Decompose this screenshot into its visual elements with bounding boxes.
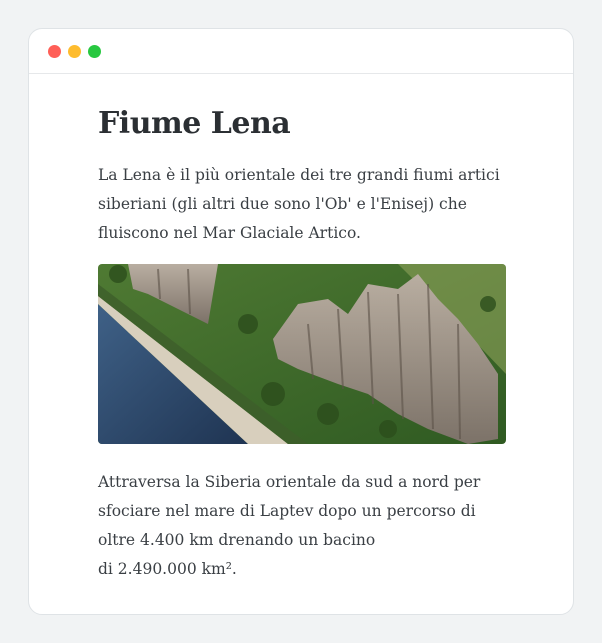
article-body-line-3: oltre 4.400 km drenando un bacino [98, 531, 376, 549]
article-title: Fiume Lena [98, 106, 291, 141]
article-body-line-2: sfociare nel mare di Laptev dopo un perc… [98, 502, 476, 520]
article-intro: La Lena è il più orientale dei tre grand… [98, 166, 500, 242]
article: Fiume Lena La Lena è il più orientale de… [98, 103, 510, 584]
minimize-window-button[interactable] [68, 44, 81, 58]
river-photo [98, 264, 506, 444]
close-window-button[interactable] [48, 44, 61, 58]
app-window: Fiume Lena La Lena è il più orientale de… [28, 28, 574, 615]
article-body: Attraversa la Siberia orientale da sud a… [98, 468, 510, 584]
article-body-line-4: di 2.490.000 km². [98, 560, 237, 578]
article-body-line-1: Attraversa la Siberia orientale da sud a… [98, 473, 481, 491]
window-titlebar [29, 29, 573, 74]
maximize-window-button[interactable] [88, 44, 101, 58]
